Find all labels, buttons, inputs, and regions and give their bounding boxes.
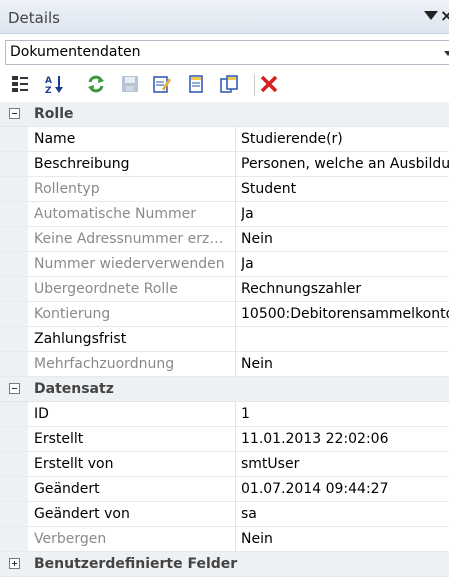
property-name: Erstellt von [34, 456, 114, 472]
property-row[interactable]: Rollentyp Student [0, 177, 449, 202]
property-name: Beschreibung [34, 156, 130, 172]
property-value[interactable]: Nein [241, 356, 449, 372]
document-icon[interactable] [186, 74, 206, 94]
property-value[interactable]: sa [241, 506, 449, 522]
property-name: Keine Adressnummer erze... [34, 231, 230, 247]
property-name: Automatische Nummer [34, 206, 197, 222]
category-rolle[interactable]: Rolle [0, 102, 449, 127]
categorized-icon[interactable] [10, 74, 30, 94]
property-name: ID [34, 406, 49, 422]
property-row[interactable]: Name Studierende(r) [0, 127, 449, 152]
close-icon[interactable]: × [440, 6, 449, 25]
dropdown-selected-value: Dokumentendaten [10, 44, 141, 60]
property-value[interactable]: Personen, welche an Ausbildu... [241, 156, 449, 172]
panel-menu-arrow-icon[interactable] [424, 11, 438, 20]
property-name: Mehrfachzuordnung [34, 356, 175, 372]
property-value[interactable]: 11.01.2013 22:02:06 [241, 431, 449, 447]
collapse-icon[interactable] [9, 108, 20, 119]
property-row[interactable]: Geändert 01.07.2014 09:44:27 [0, 477, 449, 502]
property-name: Name [34, 131, 76, 147]
chevron-down-icon [444, 51, 449, 56]
property-row[interactable]: Erstellt von smtUser [0, 452, 449, 477]
refresh-icon[interactable] [86, 74, 106, 94]
copy-icon[interactable] [219, 74, 239, 94]
property-row[interactable]: Zahlungsfrist [0, 327, 449, 352]
property-grid: Rolle Name Studierende(r) Beschreibung Per… [0, 102, 449, 577]
property-value[interactable]: 1 [241, 406, 449, 422]
category-datensatz[interactable]: Datensatz [0, 377, 449, 402]
svg-text:A: A [45, 76, 52, 86]
panel-title: Details [8, 9, 61, 27]
property-row[interactable]: Keine Adressnummer erze... Nein [0, 227, 449, 252]
property-value[interactable]: smtUser [241, 456, 449, 472]
delete-icon[interactable] [259, 74, 279, 94]
property-row[interactable]: Beschreibung Personen, welche an Ausbildu… [0, 152, 449, 177]
sort-alpha-icon[interactable]: AZ [44, 74, 64, 96]
property-value[interactable]: Ja [241, 256, 449, 272]
save-icon[interactable] [120, 74, 140, 94]
category-label: Benutzerdefinierte Felder [34, 556, 238, 572]
property-name: Nummer wiederverwenden [34, 256, 225, 272]
property-name: Erstellt [34, 431, 84, 447]
svg-text:Z: Z [45, 86, 52, 94]
property-name: Zahlungsfrist [34, 331, 127, 347]
toolbar-separator [254, 74, 255, 96]
expand-icon[interactable] [9, 558, 20, 569]
category-benutzerdefinierte-felder[interactable]: Benutzerdefinierte Felder [0, 552, 449, 577]
property-row[interactable]: Erstellt 11.01.2013 22:02:06 [0, 427, 449, 452]
property-value[interactable]: Nein [241, 231, 449, 247]
property-value[interactable]: Studierende(r) [241, 131, 449, 147]
property-value[interactable]: 10500:Debitorensammelkonto [241, 306, 449, 322]
property-row[interactable]: Übergeordnete Rolle Rechnungszahler [0, 277, 449, 302]
category-label: Datensatz [34, 381, 114, 397]
property-row[interactable]: Geändert von sa [0, 502, 449, 527]
property-row[interactable]: Verbergen Nein [0, 527, 449, 552]
property-value[interactable]: Nein [241, 531, 449, 547]
property-row[interactable]: Nummer wiederverwenden Ja [0, 252, 449, 277]
property-row[interactable]: Kontierung 10500:Debitorensammelkonto [0, 302, 449, 327]
property-value[interactable]: Student [241, 181, 449, 197]
view-selector-dropdown[interactable]: Dokumentendaten [5, 40, 449, 65]
property-name: Geändert von [34, 506, 130, 522]
collapse-icon[interactable] [9, 383, 20, 394]
panel-header: Details × [0, 0, 449, 34]
property-name: Geändert [34, 481, 100, 497]
property-name: Verbergen [34, 531, 107, 547]
property-name: Kontierung [34, 306, 111, 322]
property-value[interactable]: 01.07.2014 09:44:27 [241, 481, 449, 497]
edit-icon[interactable] [152, 74, 172, 94]
property-row[interactable]: Mehrfachzuordnung Nein [0, 352, 449, 377]
property-row[interactable]: ID 1 [0, 402, 449, 427]
property-row[interactable]: Automatische Nummer Ja [0, 202, 449, 227]
category-label: Rolle [34, 106, 74, 122]
property-value[interactable]: Ja [241, 206, 449, 222]
property-name: Rollentyp [34, 181, 100, 197]
property-value[interactable]: Rechnungszahler [241, 281, 449, 297]
property-name: Übergeordnete Rolle [34, 281, 178, 297]
